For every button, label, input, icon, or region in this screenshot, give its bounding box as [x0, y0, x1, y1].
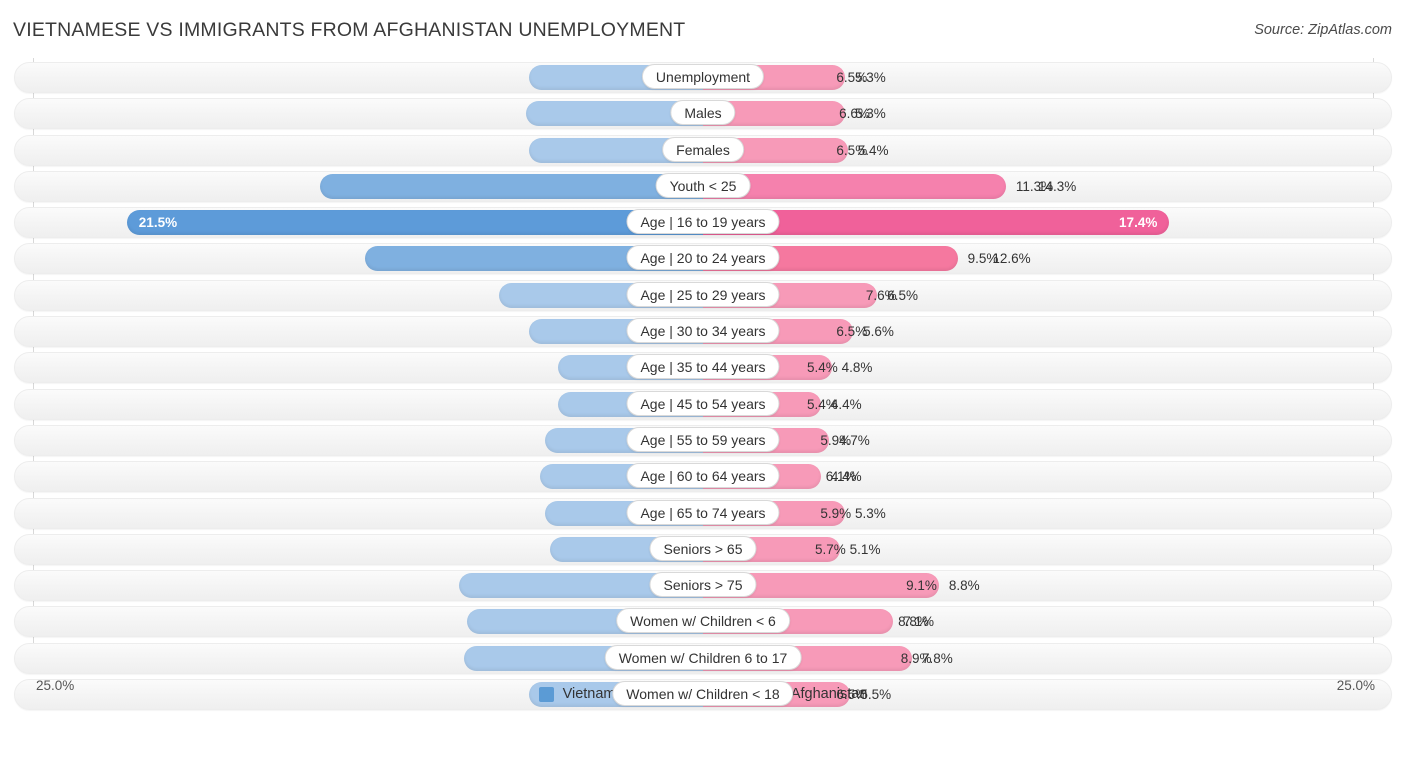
table-row: 5.7% 5.1% Seniors > 65 [0, 533, 1406, 569]
legend-swatch-icon [538, 686, 554, 702]
value-label-immigrants-from-afghanistan: 9.5% [967, 251, 999, 267]
value-label-immigrants-from-afghanistan: 5.6% [863, 324, 894, 340]
value-label-immigrants-from-afghanistan: 4.4% [830, 396, 862, 412]
row-category-label: Seniors > 75 [649, 572, 757, 598]
table-row: 6.5% 5.6% Age | 30 to 34 years [0, 315, 1406, 351]
chart-plot-area: 6.5% 5.3% Unemployment 6.6% 5.3% Males 6.5% 5.4… [0, 58, 1406, 720]
value-label-immigrants-from-afghanistan: 6.5% [887, 287, 918, 303]
value-label-immigrants-from-afghanistan: 7.1% [903, 614, 935, 630]
table-row: 5.9% 5.3% Age | 65 to 74 years [0, 497, 1406, 533]
value-label-vietnamese: 21.5% [138, 215, 178, 231]
value-label-immigrants-from-afghanistan: 5.3% [855, 505, 886, 521]
chart-header: VIETNAMESE VS IMMIGRANTS FROM AFGHANISTA… [0, 0, 1406, 58]
row-category-label: Age | 65 to 74 years [626, 499, 780, 525]
row-category-label: Women w/ Children < 18 [612, 681, 794, 707]
row-category-label: Females [662, 136, 744, 162]
bar-rows-container: 6.5% 5.3% Unemployment 6.6% 5.3% Males 6.5% 5.4… [0, 61, 1406, 714]
row-category-label: Age | 35 to 44 years [626, 354, 780, 380]
row-category-label: Age | 55 to 59 years [626, 426, 780, 452]
table-row: 6.1% 4.4% Age | 60 to 64 years [0, 460, 1406, 496]
value-label-immigrants-from-afghanistan: 11.3% [1015, 178, 1054, 194]
value-label-vietnamese: 5.9% [820, 505, 852, 521]
row-category-label: Age | 60 to 64 years [626, 463, 780, 489]
row-category-label: Women w/ Children < 6 [616, 608, 790, 634]
value-label-immigrants-from-afghanistan: 17.4% [1119, 215, 1158, 231]
row-category-label: Unemployment [641, 64, 765, 89]
table-row: 8.8% 7.1% Women w/ Children < 6 [0, 605, 1406, 641]
value-label-immigrants-from-afghanistan: 4.7% [838, 432, 870, 448]
value-label-immigrants-from-afghanistan: 5.4% [857, 142, 889, 158]
row-category-label: Males [670, 100, 736, 126]
row-category-label: Youth < 25 [655, 172, 751, 198]
value-label-immigrants-from-afghanistan: 5.3% [855, 106, 886, 122]
value-label-immigrants-from-afghanistan: 5.1% [849, 541, 881, 557]
table-row: 6.6% 5.3% Males [0, 97, 1406, 133]
value-label-vietnamese: 5.4% [806, 360, 838, 376]
row-category-label: Age | 20 to 24 years [626, 245, 780, 271]
bar-vietnamese [126, 210, 703, 236]
table-row: 7.6% 6.5% Age | 25 to 29 years [0, 279, 1406, 315]
row-category-label: Women w/ Children 6 to 17 [604, 644, 802, 670]
value-label-immigrants-from-afghanistan: 4.8% [841, 360, 873, 376]
value-label-immigrants-from-afghanistan: 5.3% [855, 70, 886, 85]
row-category-label: Age | 45 to 54 years [626, 390, 780, 416]
table-row: 5.4% 4.8% Age | 35 to 44 years [0, 351, 1406, 387]
table-row: 6.5% 5.3% Unemployment [0, 61, 1406, 97]
value-label-vietnamese: 9.1% [906, 578, 937, 594]
row-category-label: Age | 30 to 34 years [626, 318, 780, 344]
row-category-label: Seniors > 65 [649, 535, 757, 561]
source-attribution: Source: ZipAtlas.com [1254, 22, 1392, 38]
bar-vietnamese [319, 173, 703, 199]
table-row: 5.4% 4.4% Age | 45 to 54 years [0, 388, 1406, 424]
value-label-immigrants-from-afghanistan: 7.8% [922, 650, 953, 666]
table-row: 21.5% 17.4% Age | 16 to 19 years [0, 206, 1406, 242]
value-label-immigrants-from-afghanistan: 4.4% [830, 469, 862, 485]
table-row: 12.6% 9.5% Age | 20 to 24 years [0, 242, 1406, 278]
table-row: 8.9% 7.8% Women w/ Children 6 to 17 [0, 642, 1406, 678]
page-title: VIETNAMESE VS IMMIGRANTS FROM AFGHANISTA… [13, 19, 686, 41]
table-row: 9.1% 8.8% Seniors > 75 [0, 569, 1406, 605]
table-row: 5.9% 4.7% Age | 55 to 59 years [0, 424, 1406, 460]
row-category-label: Age | 25 to 29 years [626, 281, 780, 307]
value-label-vietnamese: 5.7% [814, 541, 846, 557]
table-row: 14.3% 11.3% Youth < 25 [0, 170, 1406, 206]
row-category-label: Age | 16 to 19 years [626, 209, 780, 235]
table-row: 6.5% 5.4% Females [0, 134, 1406, 170]
value-label-immigrants-from-afghanistan: 8.8% [948, 578, 980, 594]
